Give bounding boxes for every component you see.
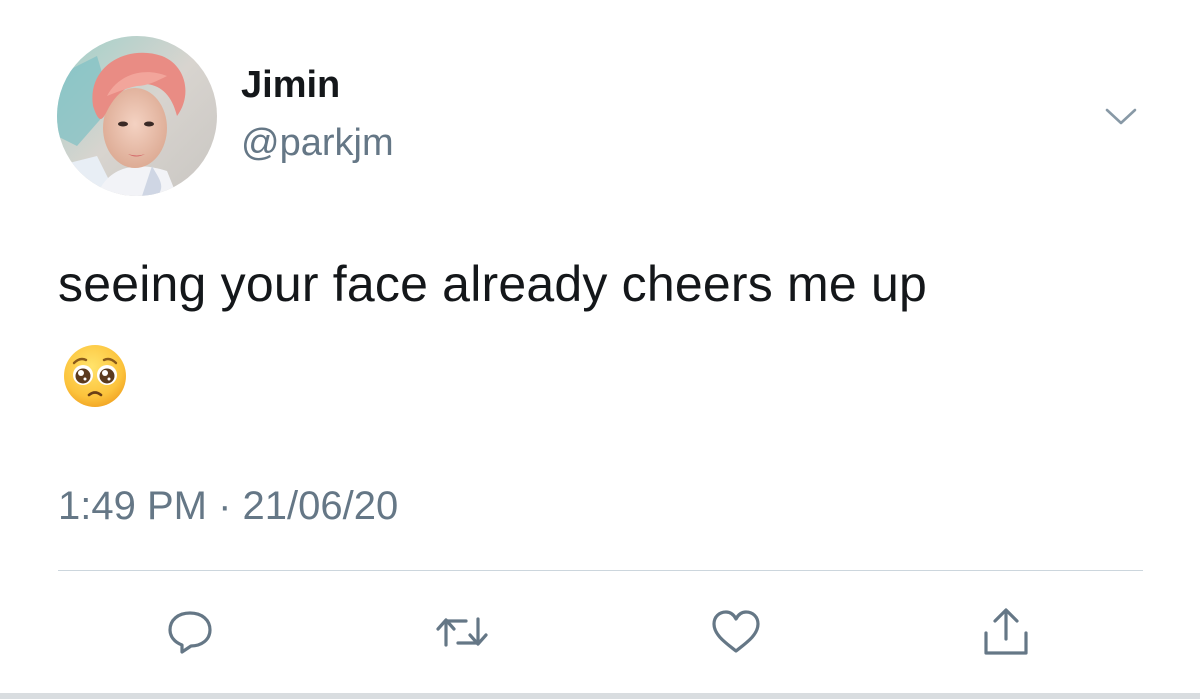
retweet-button[interactable] [430, 600, 494, 664]
display-name[interactable]: Jimin [241, 66, 340, 104]
like-button[interactable] [704, 600, 768, 664]
avatar[interactable] [57, 36, 217, 196]
user-handle[interactable]: @parkjm [241, 124, 394, 162]
divider [58, 570, 1143, 571]
bottom-edge [0, 693, 1200, 699]
reply-icon [168, 611, 212, 654]
tweet-text: seeing your face already cheers me up [58, 256, 927, 312]
timestamp[interactable]: 1:49 PM · 21/06/20 [58, 486, 398, 526]
heart-icon [712, 610, 760, 653]
retweet-icon [436, 617, 488, 647]
share-button[interactable] [974, 600, 1038, 664]
chevron-down-icon[interactable] [1098, 100, 1144, 134]
reply-button[interactable] [158, 600, 222, 664]
pleading-face-emoji [60, 343, 130, 409]
avatar-photo [57, 36, 217, 196]
share-icon [984, 608, 1028, 655]
